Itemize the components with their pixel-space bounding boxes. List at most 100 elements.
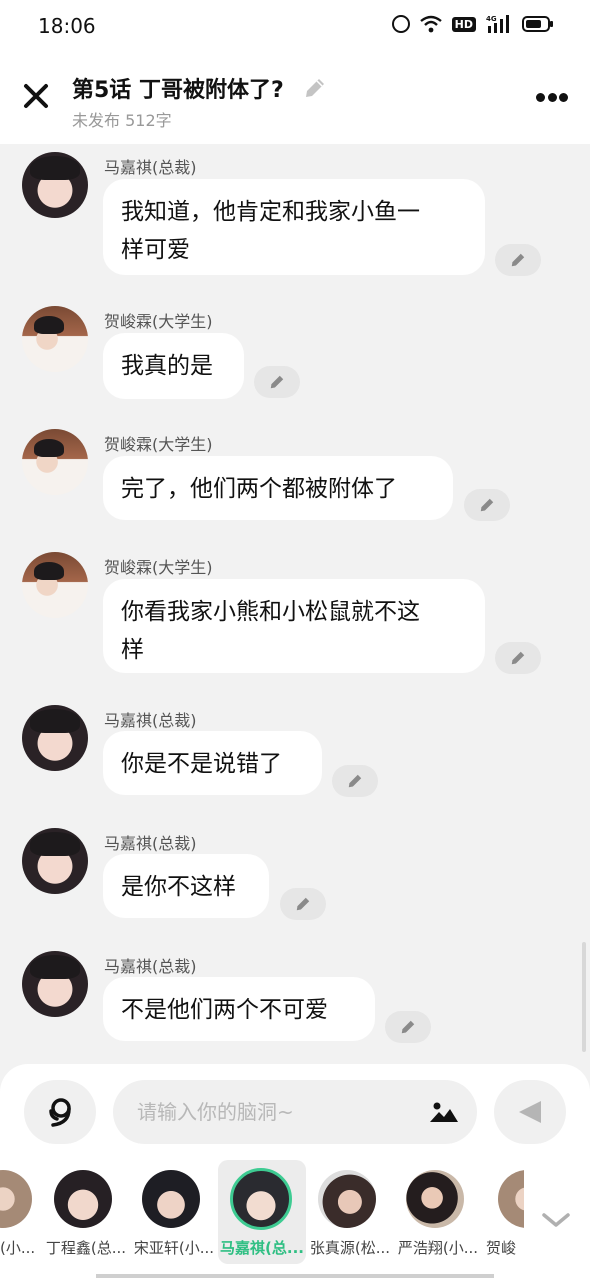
pencil-icon — [480, 498, 494, 512]
avatar-hair — [34, 439, 64, 457]
role-item[interactable]: 宋亚轩(小... — [130, 1160, 218, 1264]
speaker-name: 马嘉祺(总裁) — [104, 711, 197, 730]
send-icon — [519, 1101, 541, 1123]
role-avatar — [54, 1170, 112, 1228]
avatar-hair — [30, 832, 80, 856]
role-avatar — [0, 1170, 32, 1228]
speaker-name: 马嘉祺(总裁) — [104, 834, 197, 853]
insert-image-button[interactable] — [429, 1100, 459, 1124]
role-name: 贺峻 — [486, 1239, 517, 1257]
chevron-down-icon — [542, 1213, 570, 1227]
role-item[interactable]: 贺峻 — [482, 1160, 524, 1264]
speaker-name: 贺峻霖(大学生) — [104, 558, 213, 577]
avatar-hair — [30, 709, 80, 733]
pencil-icon — [348, 774, 362, 788]
edit-message-button[interactable] — [280, 888, 326, 920]
avatar[interactable] — [22, 705, 88, 771]
chat-list[interactable]: 马嘉祺(总裁) 我知道，他肯定和我家小鱼一 样可爱 贺峻霖(大学生) 我真的是 … — [0, 144, 590, 1064]
role-item-selected[interactable]: 马嘉祺(总... — [218, 1160, 306, 1264]
speaker-name: 马嘉祺(总裁) — [104, 158, 197, 177]
status-bar: 18:06 HD 4G — [0, 0, 590, 52]
speaker-name: 马嘉祺(总裁) — [104, 957, 197, 976]
more-dots-icon — [536, 92, 545, 102]
speaker-name: 贺峻霖(大学生) — [104, 435, 213, 454]
message-text: 是你不这样 — [121, 874, 236, 900]
pencil-icon — [401, 1020, 415, 1034]
role-item[interactable]: 严浩翔(小... — [394, 1160, 482, 1264]
pencil-icon — [296, 897, 310, 911]
close-button[interactable] — [22, 82, 50, 110]
message-text: 你看我家小熊和小松鼠就不这 — [121, 599, 420, 625]
message-bubble[interactable]: 是你不这样 — [103, 854, 269, 918]
avatar[interactable] — [22, 429, 88, 495]
edit-message-button[interactable] — [495, 642, 541, 674]
avatar-hair — [30, 955, 80, 979]
role-name: 严浩翔(小... — [397, 1239, 479, 1257]
message-text: 我真的是 — [121, 353, 213, 379]
edit-title-button[interactable] — [302, 75, 328, 101]
hd-badge: HD — [451, 16, 476, 32]
role-avatar — [230, 1168, 292, 1230]
message-text: 样 — [121, 637, 144, 663]
send-button[interactable] — [494, 1080, 566, 1144]
home-indicator — [96, 1274, 494, 1278]
more-dot — [559, 92, 568, 102]
story-input-box[interactable] — [113, 1080, 477, 1144]
role-name: 马嘉祺(总... — [220, 1239, 304, 1257]
header: 第5话 丁哥被附体了? 未发布 512字 — [0, 52, 590, 144]
status-time: 18:06 — [38, 14, 96, 38]
pencil-icon — [511, 253, 525, 267]
battery-icon — [522, 15, 554, 33]
message-text: 你是不是说错了 — [121, 751, 282, 777]
message-text: 完了，他们两个都被附体了 — [121, 476, 397, 502]
edit-message-button[interactable] — [464, 489, 510, 521]
scrollbar[interactable] — [582, 942, 586, 1052]
role-item[interactable]: 张真源(松... — [306, 1160, 394, 1264]
wifi-icon — [419, 15, 442, 33]
role-name: 宋亚轩(小... — [133, 1239, 215, 1257]
message-bubble[interactable]: 你是不是说错了 — [103, 731, 322, 795]
voice-button[interactable] — [24, 1080, 96, 1144]
svg-text:4G: 4G — [486, 15, 497, 23]
message-bubble[interactable]: 我知道，他肯定和我家小鱼一 样可爱 — [103, 179, 485, 275]
role-name: 丁程鑫(总... — [45, 1239, 127, 1257]
pencil-icon — [270, 375, 284, 389]
role-avatar — [142, 1170, 200, 1228]
more-button[interactable] — [536, 90, 568, 104]
message-bubble[interactable]: 你看我家小熊和小松鼠就不这 样 — [103, 579, 485, 673]
close-icon — [24, 84, 48, 108]
episode-status: 未发布 512字 — [72, 111, 172, 130]
avatar-hair — [30, 156, 80, 180]
edit-message-button[interactable] — [385, 1011, 431, 1043]
role-avatar — [498, 1170, 524, 1228]
avatar[interactable] — [22, 306, 88, 372]
avatar[interactable] — [22, 951, 88, 1017]
role-name: 张真源(松... — [309, 1239, 391, 1257]
role-avatar — [406, 1170, 464, 1228]
input-bar — [0, 1064, 590, 1160]
voice-icon — [49, 1098, 71, 1127]
message-bubble[interactable]: 完了，他们两个都被附体了 — [103, 456, 453, 520]
edit-message-button[interactable] — [332, 765, 378, 797]
more-dot — [547, 92, 557, 102]
role-item[interactable]: 丁程鑫(总... — [42, 1160, 130, 1264]
avatar[interactable] — [22, 828, 88, 894]
edit-message-button[interactable] — [254, 366, 300, 398]
avatar-hair — [34, 316, 64, 334]
chat-editor-screen: 18:06 HD 4G 第5话 丁哥被附体了? 未发布 512字 马嘉祺(总裁)… — [0, 0, 590, 1280]
message-bubble[interactable]: 我真的是 — [103, 333, 244, 399]
episode-title: 第5话 丁哥被附体了? — [72, 78, 284, 103]
avatar[interactable] — [22, 552, 88, 618]
role-picker[interactable]: (小... 丁程鑫(总... 宋亚轩(小... 马嘉祺(总... 张真源(松..… — [0, 1160, 590, 1280]
title-row: 第5话 丁哥被附体了? — [72, 72, 328, 104]
expand-roles-button[interactable] — [540, 1210, 572, 1230]
message-bubble[interactable]: 不是他们两个不可爱 — [103, 977, 375, 1041]
edit-message-button[interactable] — [495, 244, 541, 276]
avatar[interactable] — [22, 152, 88, 218]
image-icon — [430, 1102, 458, 1122]
status-icons: HD 4G — [391, 14, 554, 34]
message-text: 我知道，他肯定和我家小鱼一 — [121, 199, 420, 225]
speaker-name: 贺峻霖(大学生) — [104, 312, 213, 331]
story-input[interactable] — [137, 1080, 417, 1144]
pencil-icon — [511, 651, 525, 665]
